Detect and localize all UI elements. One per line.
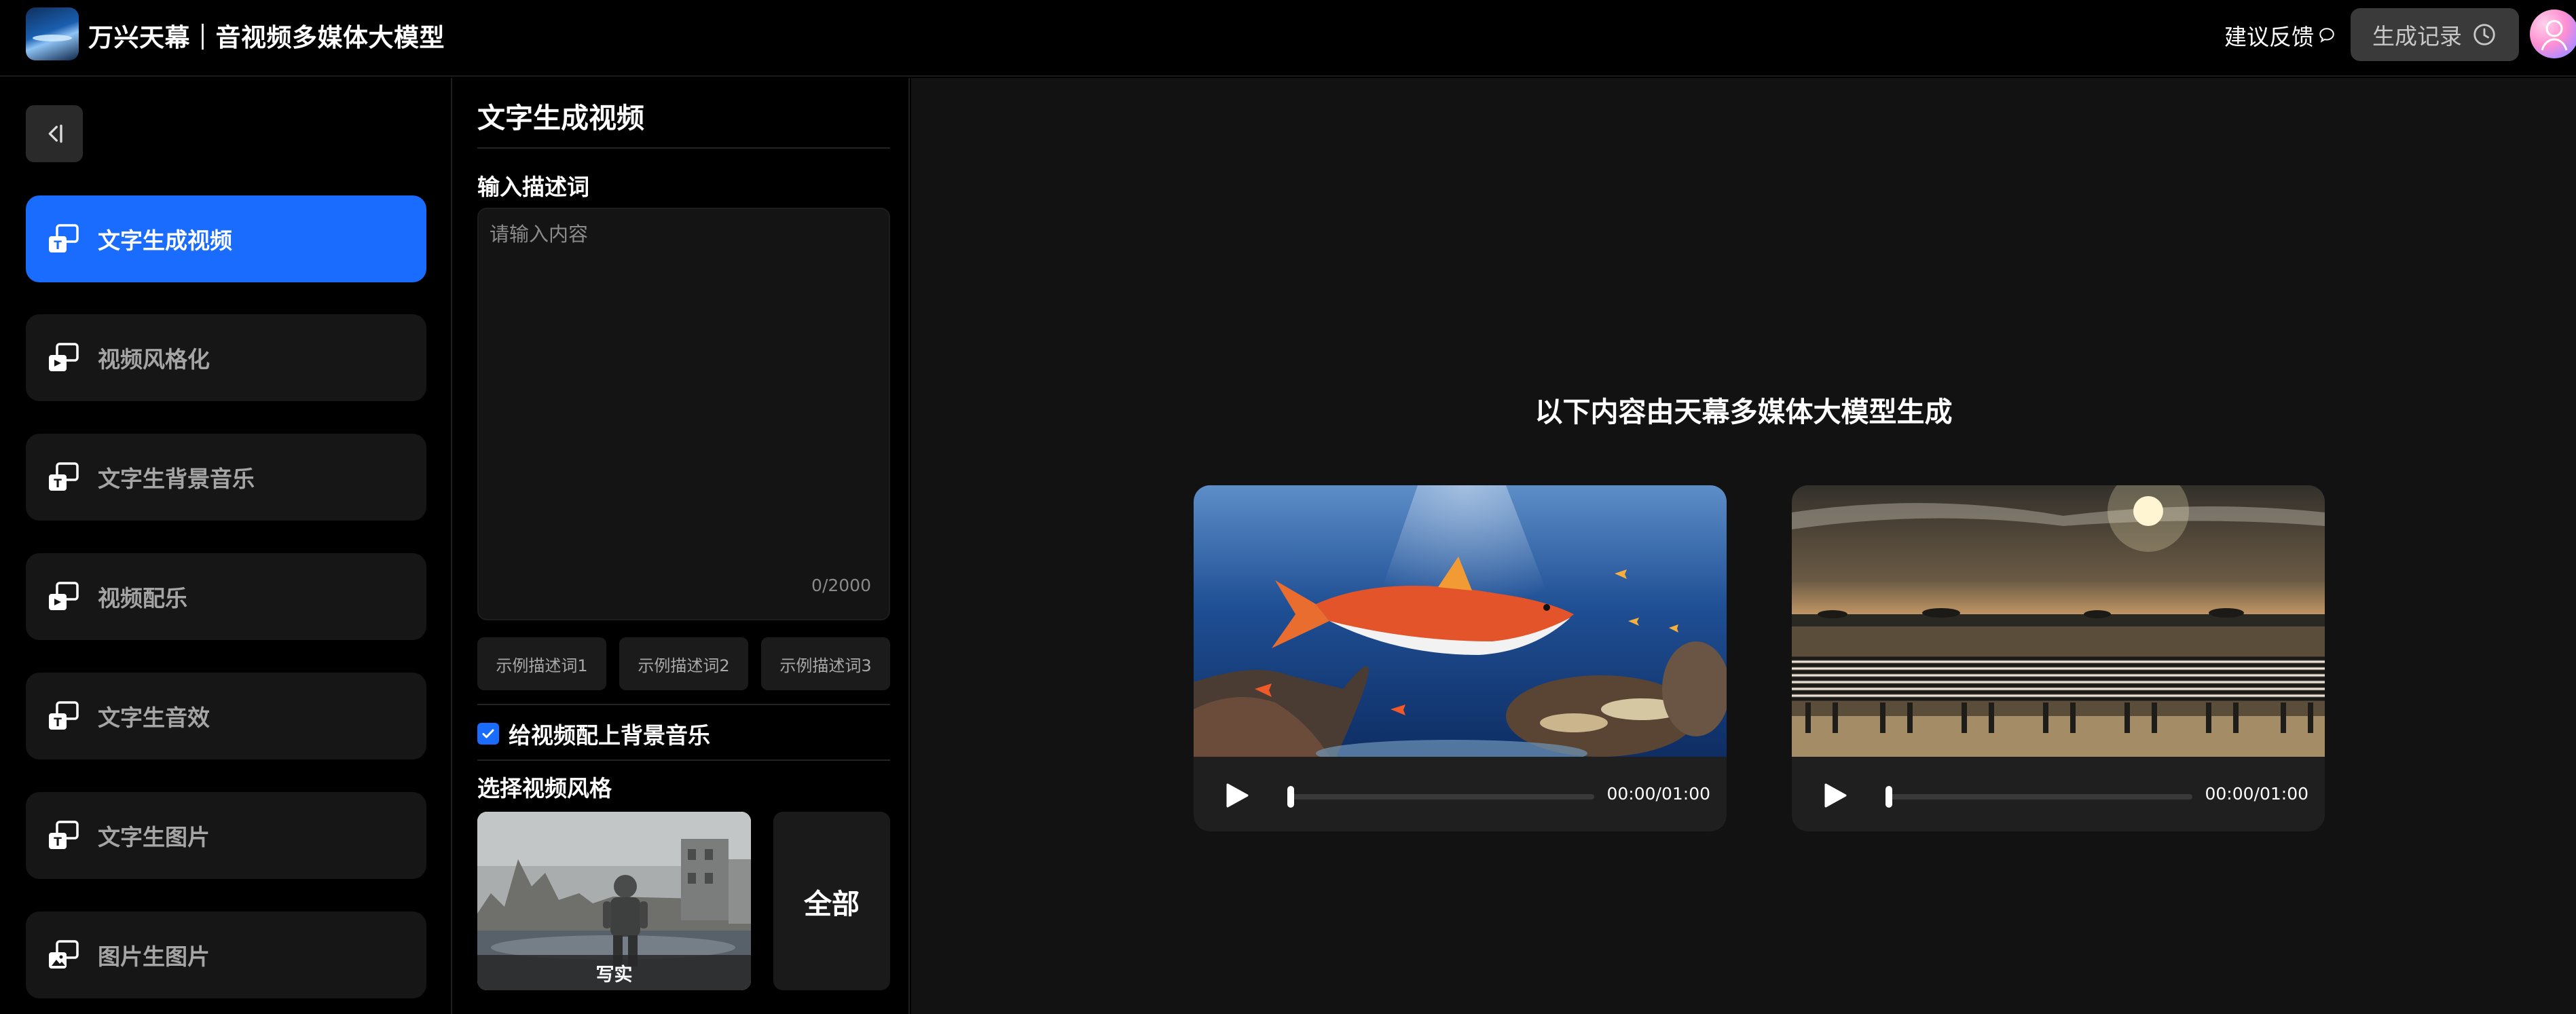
play-icon[interactable] (1225, 783, 1249, 808)
example-prompt-button-3[interactable]: 示例描述词3 (761, 637, 890, 690)
example-prompt-button-2[interactable]: 示例描述词2 (619, 637, 748, 690)
svg-text:T: T (54, 716, 62, 730)
video-player-2: 00:00/01:00 (1792, 485, 2325, 831)
style-label: 选择视频风格 (477, 775, 612, 802)
bgm-checkbox-row[interactable]: 给视频配上背景音乐 (477, 717, 710, 750)
sidebar-item-label: 文字生音效 (98, 705, 210, 731)
svg-text:T: T (54, 239, 62, 252)
prompt-label: 输入描述词 (477, 174, 589, 200)
sidebar-item-text-to-sfx[interactable]: T 文字生音效 (26, 673, 426, 759)
sidebar-item-text-to-image[interactable]: T 文字生图片 (26, 792, 426, 879)
style-all-button[interactable]: 全部 (773, 812, 890, 990)
settings-panel: 文字生成视频 输入描述词 0/2000 示例描述词1 示例描述词2 示例描述词3… (454, 78, 910, 1014)
sidebar-item-text-to-music[interactable]: T 文字生背景音乐 (26, 434, 426, 521)
chat-bubble-icon (2319, 28, 2334, 43)
char-counter: 0/2000 (811, 576, 871, 595)
sidebar-item-text-to-video[interactable]: T 文字生成视频 (26, 195, 426, 282)
time-display: 00:00/01:00 (2205, 784, 2308, 804)
sidebar-item-label: 图片生图片 (98, 943, 210, 970)
svg-text:T: T (54, 477, 62, 491)
text-to-music-icon: T (49, 462, 79, 491)
image-to-image-icon (49, 940, 79, 969)
clock-icon (2473, 24, 2495, 45)
sidebar-item-label: 视频配乐 (98, 585, 187, 612)
video-thumbnail-fish[interactable] (1194, 485, 1727, 757)
user-avatar[interactable] (2530, 10, 2576, 58)
checkmark-icon (482, 729, 494, 738)
divider (477, 147, 890, 149)
video-music-icon (49, 582, 79, 610)
video-controls: 00:00/01:00 (1194, 757, 1727, 831)
text-to-video-icon: T (49, 224, 79, 252)
bgm-checkbox-label: 给视频配上背景音乐 (509, 722, 710, 749)
sidebar-item-video-music[interactable]: 视频配乐 (26, 553, 426, 640)
sidebar-item-label: 视频风格化 (98, 346, 210, 373)
app-title: 万兴天幕｜音视频多媒体大模型 (88, 23, 445, 52)
play-icon[interactable] (1823, 783, 1847, 808)
feedback-link[interactable]: 建议反馈 (2224, 19, 2336, 52)
panel-title: 文字生成视频 (477, 102, 644, 134)
result-heading: 以下内容由天幕多媒体大模型生成 (1534, 396, 1953, 428)
svg-text:T: T (54, 835, 62, 849)
progress-bar[interactable] (1885, 786, 2192, 808)
style-option-label: 写实 (477, 955, 751, 990)
video-controls: 00:00/01:00 (1792, 757, 2325, 831)
user-icon (2541, 20, 2568, 51)
prompt-textarea[interactable] (479, 209, 889, 619)
progress-bar[interactable] (1287, 786, 1594, 808)
progress-handle[interactable] (1885, 786, 1892, 808)
text-to-image-icon: T (49, 821, 79, 849)
result-area: 以下内容由天幕多媒体大模型生成 00:00/01:00 00:00/01:00 (911, 78, 2576, 1014)
video-style-icon (49, 343, 79, 371)
app-logo[interactable] (26, 7, 79, 60)
divider (477, 704, 890, 705)
video-thumbnail-zebras[interactable] (1792, 485, 2325, 757)
prompt-box (477, 208, 890, 620)
collapse-sidebar-button[interactable] (26, 105, 83, 162)
history-label: 生成记录 (2372, 23, 2462, 50)
bgm-checkbox[interactable] (477, 723, 499, 745)
text-to-sfx-icon: T (49, 701, 79, 730)
top-bar: 万兴天幕｜音视频多媒体大模型 建议反馈 生成记录 (0, 0, 2576, 77)
sidebar: T 文字生成视频 视频风格化 T 文字生背景音乐 视频配乐 T 文字生音效 T … (0, 78, 452, 1014)
collapse-left-icon (48, 124, 62, 143)
divider (477, 759, 890, 761)
progress-handle[interactable] (1287, 786, 1294, 808)
time-display: 00:00/01:00 (1606, 784, 1710, 804)
feedback-label: 建议反馈 (2224, 24, 2314, 50)
sidebar-item-video-stylize[interactable]: 视频风格化 (26, 314, 426, 401)
sidebar-item-label: 文字生背景音乐 (98, 466, 255, 492)
style-option-realistic[interactable]: 写实 (477, 812, 751, 990)
sidebar-item-label: 文字生图片 (98, 824, 210, 850)
sidebar-item-label: 文字生成视频 (98, 227, 232, 254)
example-prompt-button-1[interactable]: 示例描述词1 (477, 637, 606, 690)
video-player-1: 00:00/01:00 (1194, 485, 1727, 831)
history-button[interactable]: 生成记录 (2351, 8, 2519, 61)
sidebar-item-image-to-image[interactable]: 图片生图片 (26, 912, 426, 998)
